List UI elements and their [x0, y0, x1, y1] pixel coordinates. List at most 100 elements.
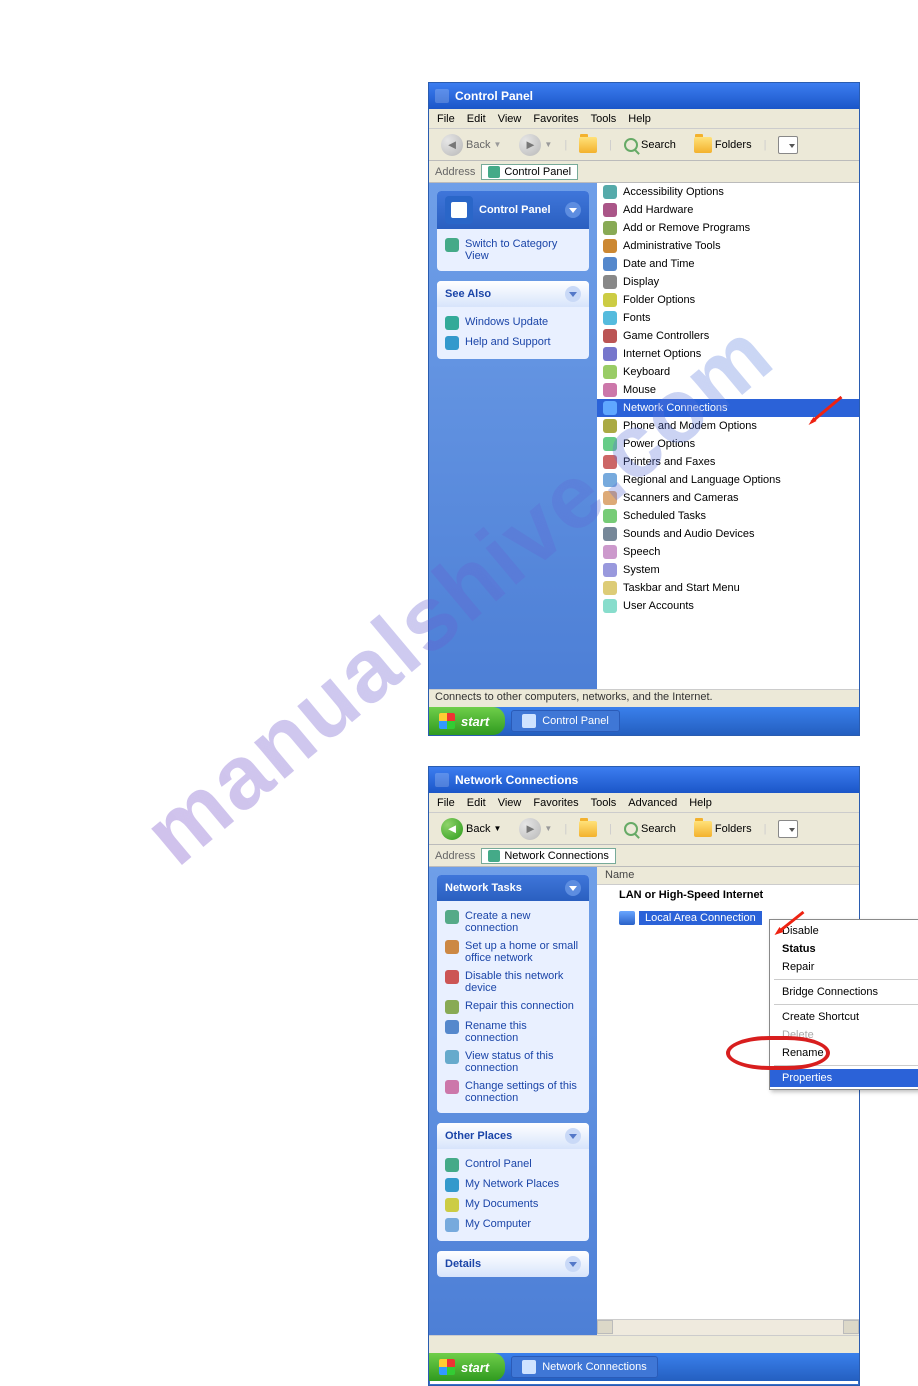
menu-edit[interactable]: Edit [467, 113, 486, 125]
item-icon [603, 347, 617, 361]
ctx-shortcut[interactable]: Create Shortcut [770, 1008, 918, 1026]
task-link[interactable]: Rename this connection [445, 1017, 581, 1047]
collapse-icon[interactable] [565, 1256, 581, 1272]
item-label: Administrative Tools [623, 240, 721, 252]
menu-help[interactable]: Help [689, 797, 712, 809]
windows-update-link[interactable]: Windows Update [445, 313, 581, 333]
network-tasks-header[interactable]: Network Tasks [437, 875, 589, 901]
start-button[interactable]: start [429, 1353, 505, 1381]
menu-favorites[interactable]: Favorites [533, 113, 578, 125]
menu-view[interactable]: View [498, 797, 522, 809]
menu-tools[interactable]: Tools [591, 797, 617, 809]
forward-button[interactable]: ► ▼ [513, 131, 558, 159]
collapse-icon[interactable] [565, 880, 581, 896]
taskbar-control-panel[interactable]: Control Panel [511, 710, 620, 732]
cp-item-game-controllers[interactable]: Game Controllers [597, 327, 859, 345]
views-button[interactable] [772, 817, 804, 841]
place-link[interactable]: My Documents [445, 1195, 581, 1215]
item-icon [603, 563, 617, 577]
cp-item-regional-and-language-options[interactable]: Regional and Language Options [597, 471, 859, 489]
item-label: Network Connections [623, 402, 728, 414]
task-link[interactable]: Create a new connection [445, 907, 581, 937]
cp-item-display[interactable]: Display [597, 273, 859, 291]
menu-advanced[interactable]: Advanced [628, 797, 677, 809]
folders-button[interactable]: Folders [688, 134, 758, 156]
items-list[interactable]: Accessibility OptionsAdd HardwareAdd or … [597, 183, 859, 689]
collapse-icon[interactable] [565, 202, 581, 218]
cp-item-taskbar-and-start-menu[interactable]: Taskbar and Start Menu [597, 579, 859, 597]
scroll-left-icon[interactable] [597, 1320, 613, 1334]
scroll-right-icon[interactable] [843, 1320, 859, 1334]
local-area-connection-item[interactable]: Local Area Connection [619, 911, 762, 925]
back-button[interactable]: ◄ Back ▼ [435, 131, 507, 159]
collapse-icon[interactable] [565, 286, 581, 302]
ctx-repair[interactable]: Repair [770, 958, 918, 976]
task-link[interactable]: Set up a home or small office network [445, 937, 581, 967]
column-header-name[interactable]: Name [597, 867, 859, 885]
task-link[interactable]: Disable this network device [445, 967, 581, 997]
cp-item-administrative-tools[interactable]: Administrative Tools [597, 237, 859, 255]
item-label: Display [623, 276, 659, 288]
place-link[interactable]: Control Panel [445, 1155, 581, 1175]
ctx-rename[interactable]: Rename [770, 1044, 918, 1062]
scroll-track[interactable] [613, 1320, 843, 1335]
menu-favorites[interactable]: Favorites [533, 797, 578, 809]
item-label: Regional and Language Options [623, 474, 781, 486]
task-link[interactable]: Repair this connection [445, 997, 581, 1017]
cp-item-folder-options[interactable]: Folder Options [597, 291, 859, 309]
horizontal-scrollbar[interactable] [597, 1319, 859, 1335]
collapse-icon[interactable] [565, 1128, 581, 1144]
cp-item-accessibility-options[interactable]: Accessibility Options [597, 183, 859, 201]
folders-button[interactable]: Folders [688, 818, 758, 840]
address-field[interactable]: Network Connections [481, 848, 616, 864]
cp-item-internet-options[interactable]: Internet Options [597, 345, 859, 363]
search-button[interactable]: Search [618, 819, 682, 839]
forward-button[interactable]: ► ▼ [513, 815, 558, 843]
cp-item-add-or-remove-programs[interactable]: Add or Remove Programs [597, 219, 859, 237]
task-link[interactable]: Change settings of this connection [445, 1077, 581, 1107]
control-panel-header[interactable]: Control Panel [437, 191, 589, 229]
start-button[interactable]: start [429, 707, 505, 735]
cp-item-scheduled-tasks[interactable]: Scheduled Tasks [597, 507, 859, 525]
cp-item-fonts[interactable]: Fonts [597, 309, 859, 327]
ctx-status[interactable]: Status [770, 940, 918, 958]
up-button[interactable] [573, 134, 603, 156]
cp-item-scanners-and-cameras[interactable]: Scanners and Cameras [597, 489, 859, 507]
ctx-bridge[interactable]: Bridge Connections [770, 983, 918, 1001]
cp-item-date-and-time[interactable]: Date and Time [597, 255, 859, 273]
task-link[interactable]: View status of this connection [445, 1047, 581, 1077]
menu-file[interactable]: File [437, 797, 455, 809]
cp-item-add-hardware[interactable]: Add Hardware [597, 201, 859, 219]
status-bar: Connects to other computers, networks, a… [429, 689, 859, 707]
titlebar[interactable]: Control Panel [429, 83, 859, 109]
views-button[interactable] [772, 133, 804, 157]
menu-help[interactable]: Help [628, 113, 651, 125]
place-link[interactable]: My Computer [445, 1215, 581, 1235]
cp-item-user-accounts[interactable]: User Accounts [597, 597, 859, 615]
cp-item-power-options[interactable]: Power Options [597, 435, 859, 453]
search-button[interactable]: Search [618, 135, 682, 155]
cp-item-printers-and-faxes[interactable]: Printers and Faxes [597, 453, 859, 471]
place-link[interactable]: My Network Places [445, 1175, 581, 1195]
help-support-link[interactable]: Help and Support [445, 333, 581, 353]
address-field[interactable]: Control Panel [481, 164, 578, 180]
cp-item-system[interactable]: System [597, 561, 859, 579]
cp-item-speech[interactable]: Speech [597, 543, 859, 561]
menu-tools[interactable]: Tools [591, 113, 617, 125]
details-header[interactable]: Details [437, 1251, 589, 1277]
switch-category-view-link[interactable]: Switch to Category View [445, 235, 581, 265]
cp-item-keyboard[interactable]: Keyboard [597, 363, 859, 381]
ctx-properties[interactable]: Properties [770, 1069, 918, 1087]
up-button[interactable] [573, 818, 603, 840]
menu-view[interactable]: View [498, 113, 522, 125]
other-places-header[interactable]: Other Places [437, 1123, 589, 1149]
menu-file[interactable]: File [437, 113, 455, 125]
taskbar-network-connections[interactable]: Network Connections [511, 1356, 658, 1378]
menu-edit[interactable]: Edit [467, 797, 486, 809]
see-also-header[interactable]: See Also [437, 281, 589, 307]
annotation-arrow [754, 910, 824, 940]
cp-item-sounds-and-audio-devices[interactable]: Sounds and Audio Devices [597, 525, 859, 543]
titlebar[interactable]: Network Connections [429, 767, 859, 793]
back-button[interactable]: ◄ Back ▼ [435, 815, 507, 843]
item-label: Power Options [623, 438, 695, 450]
